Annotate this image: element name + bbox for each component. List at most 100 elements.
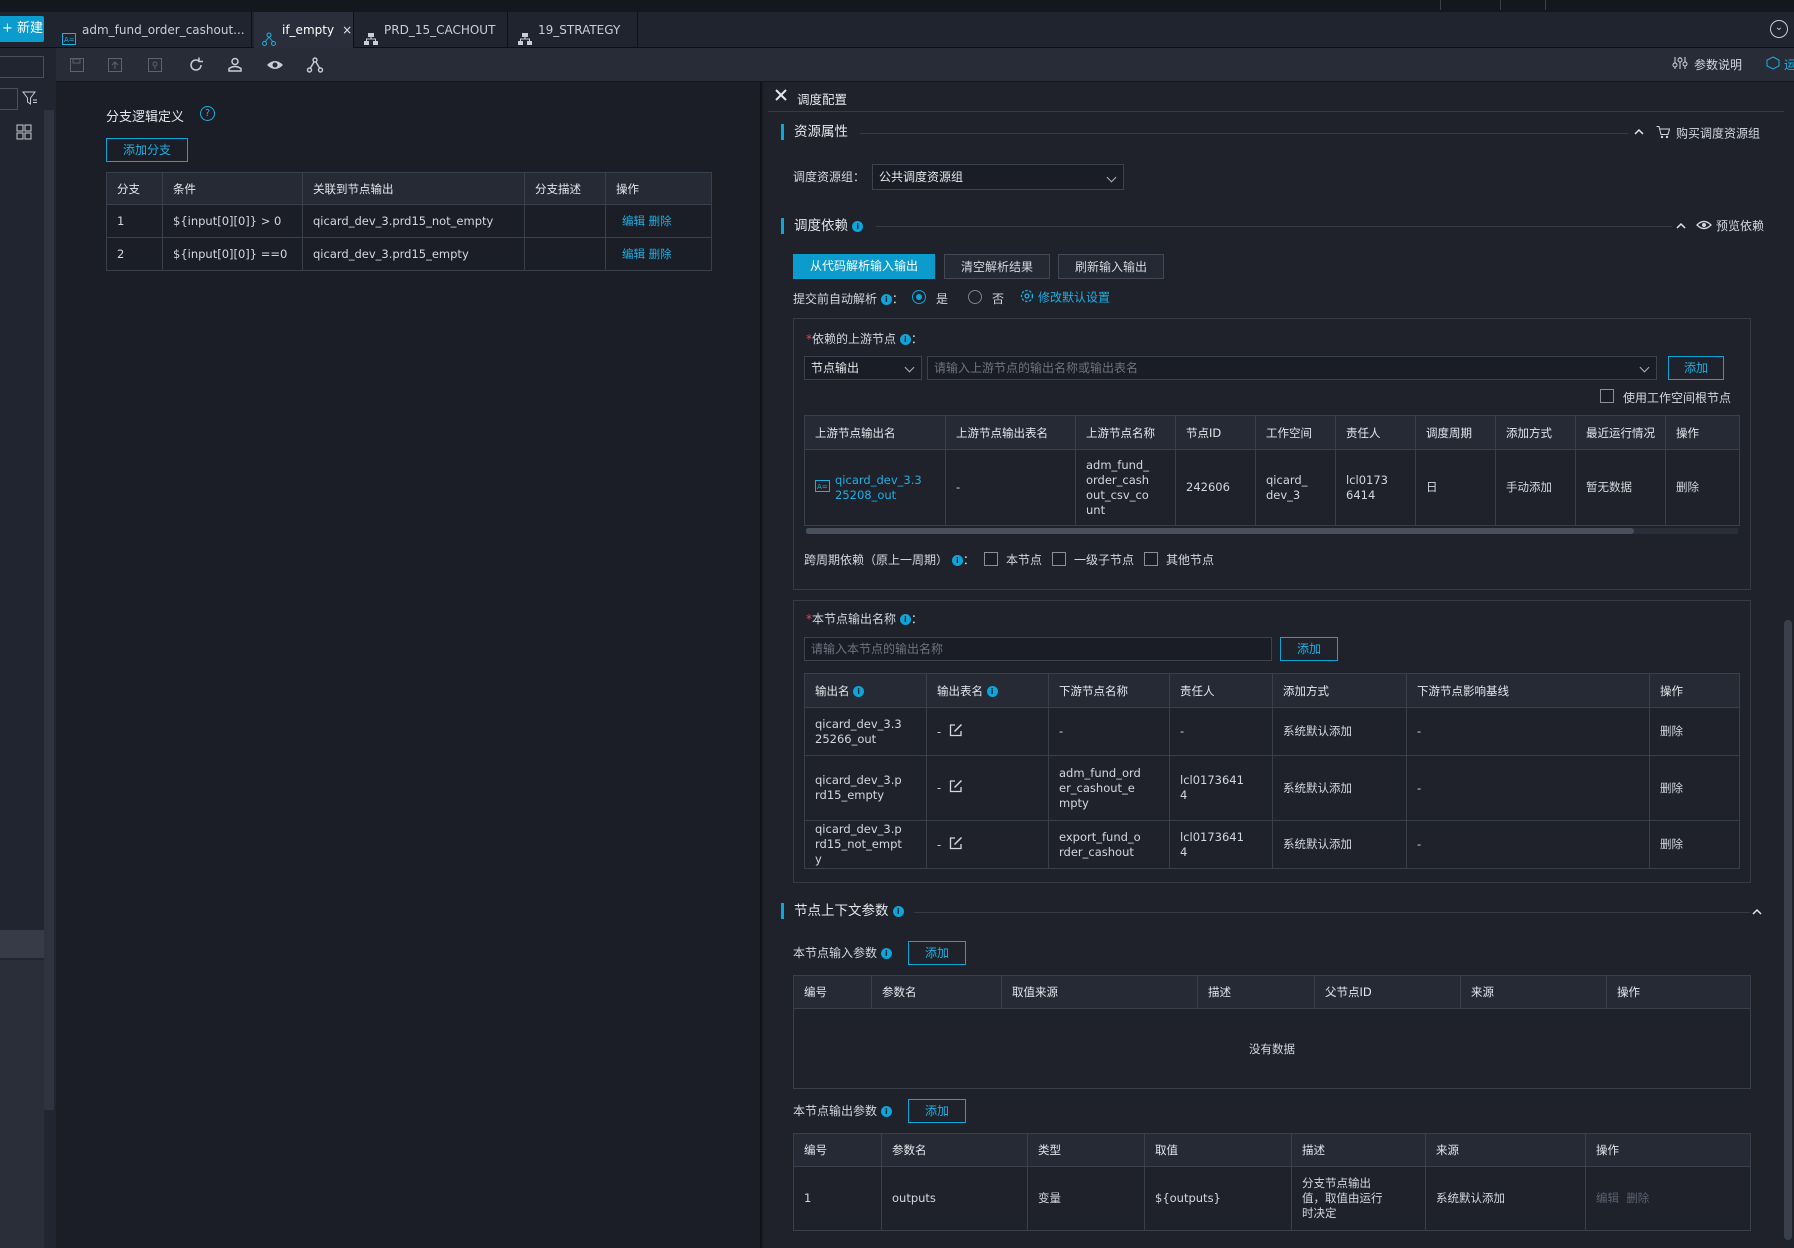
edit-icon[interactable]: [949, 723, 963, 741]
sidebar-filter-input[interactable]: [0, 88, 18, 110]
tab-if-empty[interactable]: if_empty ×: [254, 12, 354, 48]
submit-icon[interactable]: [104, 54, 126, 76]
upstream-workspace: qicard_dev_3: [1266, 472, 1308, 502]
branch-output: qicard_dev_3.prd15_empty: [302, 237, 525, 271]
param-help-link[interactable]: 参数说明: [1672, 56, 1742, 74]
branch-node-icon: [262, 24, 276, 46]
upstream-method: 手动添加: [1506, 480, 1552, 494]
sidebar-search-input[interactable]: [0, 56, 44, 78]
upstream-type-select[interactable]: 节点输出: [804, 356, 922, 380]
auto-parse-no-radio[interactable]: [968, 290, 982, 304]
clear-parse-button[interactable]: 清空解析结果: [944, 254, 1050, 279]
refresh-io-button[interactable]: 刷新输入输出: [1058, 254, 1164, 279]
add-input-param-button[interactable]: 添加: [908, 941, 966, 965]
add-output-button[interactable]: 添加: [1280, 637, 1338, 661]
output-name-input[interactable]: 请输入本节点的输出名称: [804, 637, 1272, 661]
add-branch-button[interactable]: 添加分支: [106, 138, 188, 162]
info-icon[interactable]: i: [951, 555, 963, 566]
edit-icon[interactable]: [949, 836, 963, 854]
sidebar-scrollbar[interactable]: [44, 110, 54, 1110]
delete-output-link[interactable]: 删除: [1649, 707, 1740, 756]
cross-cycle-label: 跨周期依赖（原上一周期） i：: [804, 553, 975, 567]
info-icon[interactable]: i: [853, 685, 865, 697]
output-name-label: *本节点输出名称 i：: [806, 612, 923, 626]
delete-output-link[interactable]: 删除: [1649, 755, 1740, 821]
close-icon[interactable]: [774, 88, 788, 102]
lock-icon[interactable]: [144, 54, 166, 76]
edit-icon[interactable]: [949, 779, 963, 797]
delete-param-link[interactable]: 删除: [1626, 1191, 1649, 1205]
delete-branch-link[interactable]: 删除: [649, 247, 672, 261]
save-icon[interactable]: [66, 54, 88, 76]
table-row: qicard_dev_3.325266_out - - - 系统默认添加 - 删…: [804, 707, 1740, 756]
info-icon[interactable]: i: [880, 948, 892, 959]
output-params-table: 编号 参数名 类型 取值 描述 来源 操作 1 outputs 变量 ${out…: [793, 1133, 1751, 1231]
info-icon[interactable]: i: [899, 334, 911, 345]
sidebar-selected-item[interactable]: [0, 930, 44, 958]
resource-group-select[interactable]: 公共调度资源组: [872, 164, 1124, 190]
cross-child-checkbox[interactable]: [1052, 552, 1066, 566]
delete-branch-link[interactable]: 删除: [649, 214, 672, 228]
preview-dependency-link[interactable]: 预览依赖: [1696, 218, 1764, 234]
cross-other-checkbox[interactable]: [1144, 552, 1158, 566]
table-row: 1 ${input[0][0]} > 0 qicard_dev_3.prd15_…: [106, 204, 712, 238]
sidebar-lower-pane: [0, 960, 44, 1248]
info-icon[interactable]: i: [880, 1106, 892, 1117]
delete-output-link[interactable]: 删除: [1649, 820, 1740, 869]
use-root-checkbox[interactable]: [1600, 389, 1614, 403]
parse-io-button[interactable]: 从代码解析输入输出: [793, 254, 935, 279]
output-name: qicard_dev_3.325266_out: [815, 716, 902, 746]
user-icon[interactable]: [224, 54, 246, 76]
new-button[interactable]: + 新建: [0, 16, 44, 42]
refresh-icon[interactable]: [185, 54, 207, 76]
info-icon[interactable]: i: [899, 614, 911, 625]
col-in-no: 编号: [793, 975, 872, 1009]
edit-branch-link[interactable]: 编辑: [622, 247, 645, 261]
delete-upstream-link[interactable]: 删除: [1665, 449, 1740, 526]
upstream-input[interactable]: 请输入上游节点的输出名称或输出表名: [927, 356, 1657, 380]
run-settings-link[interactable]: 运: [1766, 56, 1794, 74]
add-upstream-button[interactable]: 添加: [1668, 356, 1724, 380]
sql-node-icon: A=: [62, 24, 76, 45]
tab-more-chevron-icon[interactable]: ⌄: [1770, 20, 1788, 38]
collapse-icon[interactable]: [1634, 126, 1644, 136]
lineage-icon[interactable]: [304, 54, 326, 76]
upstream-output-link[interactable]: qicard_dev_3.325208_out: [835, 473, 923, 503]
upstream-label: *依赖的上游节点 i：: [806, 332, 923, 346]
config-scrollbar[interactable]: [1784, 620, 1792, 1240]
downstream-node-link[interactable]: export_fund_order_cashout: [1059, 830, 1145, 860]
horizontal-scrollbar-thumb[interactable]: [806, 528, 1634, 534]
upstream-last-run: 暂无数据: [1575, 449, 1666, 526]
svg-text:A=: A=: [64, 36, 75, 44]
tab-19-strategy[interactable]: 19_STRATEGY: [510, 12, 638, 48]
info-icon[interactable]: i: [986, 685, 998, 697]
info-icon[interactable]: i: [892, 905, 904, 917]
tab-prd15-cachout[interactable]: PRD_15_CACHOUT: [356, 12, 508, 48]
param-desc: 分支节点输出值，取值由运行时决定: [1302, 1176, 1383, 1220]
collapse-icon[interactable]: [1752, 906, 1762, 916]
auto-parse-yes-radio[interactable]: [912, 290, 926, 304]
divider: [768, 111, 1784, 112]
output-name: qicard_dev_3.prd15_not_empty: [815, 822, 902, 866]
info-icon[interactable]: i: [852, 220, 864, 232]
info-icon[interactable]: i: [880, 294, 892, 305]
collapse-icon[interactable]: [1676, 220, 1686, 230]
modify-default-link[interactable]: 修改默认设置: [1020, 289, 1110, 305]
cross-self-checkbox[interactable]: [984, 552, 998, 566]
col-in-source: 取值来源: [1001, 975, 1198, 1009]
add-output-param-button[interactable]: 添加: [908, 1099, 966, 1123]
edit-param-link[interactable]: 编辑: [1596, 1191, 1619, 1205]
downstream-node-link[interactable]: adm_fund_order_cashout_empty: [1059, 766, 1145, 811]
grid-view-icon[interactable]: [16, 124, 32, 143]
close-tab-icon[interactable]: ×: [342, 23, 352, 37]
cube-icon: [1766, 56, 1780, 75]
sql-node-icon: A=: [815, 479, 831, 496]
tab-adm-fund-order[interactable]: A= adm_fund_order_cashout...: [54, 12, 252, 48]
buy-resource-link[interactable]: 购买调度资源组: [1656, 125, 1760, 141]
help-question-icon[interactable]: ?: [200, 106, 215, 121]
output-table-value: -: [937, 837, 942, 851]
eye-icon[interactable]: [264, 54, 286, 76]
branch-condition: ${input[0][0]} > 0: [162, 204, 303, 238]
filter-icon[interactable]: [22, 90, 38, 109]
edit-branch-link[interactable]: 编辑: [622, 214, 645, 228]
